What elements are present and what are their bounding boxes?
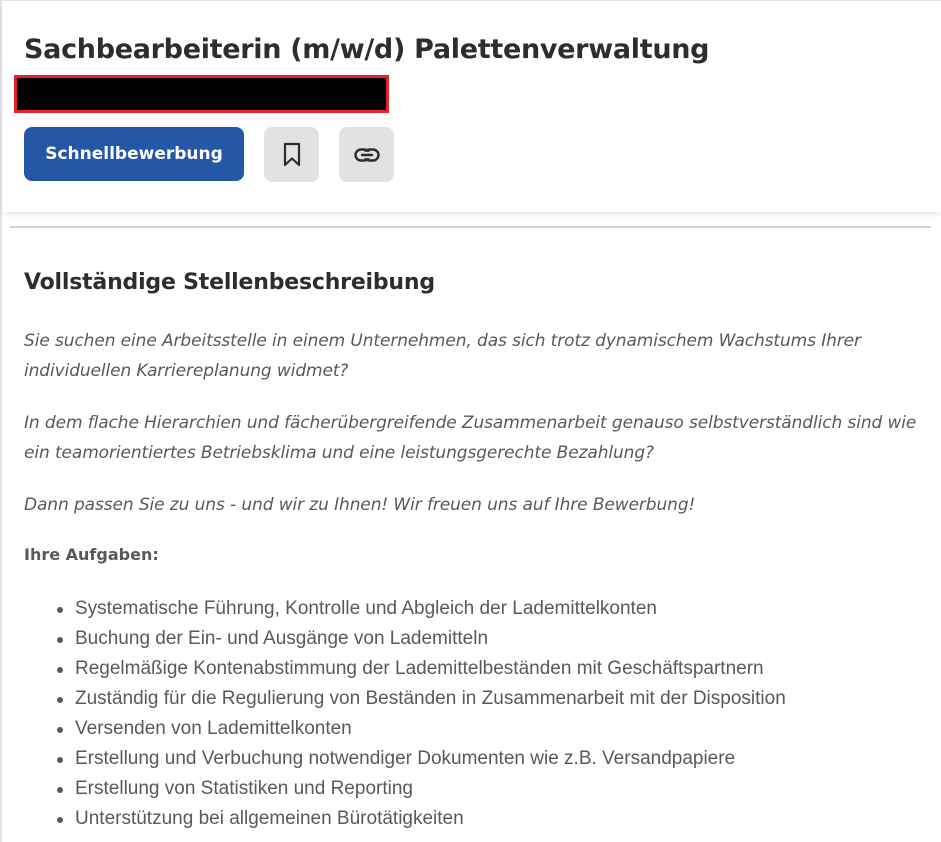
task-text: Unterstützung bei allgemeinen Bürotätigk…	[75, 808, 464, 829]
job-description: Vollständige Stellenbeschreibung Sie suc…	[24, 270, 924, 829]
tasks-list: Systematische Führung, Kontrolle und Abg…	[24, 594, 786, 834]
bullet-icon	[57, 757, 63, 763]
bullet-icon	[57, 607, 63, 613]
list-item: Systematische Führung, Kontrolle und Abg…	[24, 594, 786, 624]
copy-link-button[interactable]	[339, 127, 394, 182]
task-text: Erstellung und Verbuchung notwendiger Do…	[75, 748, 736, 769]
list-item: Zuständig für die Regulierung von Bestän…	[24, 684, 786, 714]
list-item: Versenden von Lademittelkonten	[24, 714, 786, 744]
list-item: Erstellung und Verbuchung notwendiger Do…	[24, 744, 786, 774]
bullet-icon	[57, 787, 63, 793]
bullet-icon	[57, 727, 63, 733]
task-text: Systematische Führung, Kontrolle und Abg…	[75, 598, 657, 619]
intro-paragraph: Sie suchen eine Arbeitsstelle in einem U…	[24, 331, 861, 381]
list-item: Erstellung von Statistiken und Reporting	[24, 774, 786, 804]
job-header: Sachbearbeiterin (m/w/d) Palettenverwalt…	[2, 1, 941, 212]
bookmark-icon	[283, 142, 300, 166]
task-text: Buchung der Ein- und Ausgänge von Lademi…	[75, 628, 489, 649]
save-job-button[interactable]	[264, 127, 319, 182]
list-item: Unterstützung bei allgemeinen Bürotätigk…	[24, 804, 786, 834]
tasks-heading: Ihre Aufgaben:	[24, 545, 159, 564]
task-text: Versenden von Lademittelkonten	[75, 718, 352, 739]
bullet-icon	[57, 637, 63, 643]
task-text: Regelmäßige Kontenabstimmung der Lademit…	[75, 658, 764, 679]
task-text: Zuständig für die Regulierung von Bestän…	[75, 688, 786, 709]
job-title: Sachbearbeiterin (m/w/d) Palettenverwalt…	[24, 34, 710, 65]
task-text: Erstellung von Statistiken und Reporting	[75, 778, 413, 799]
intro-paragraph: In dem flache Hierarchien und fächerüber…	[24, 413, 917, 463]
bullet-icon	[57, 667, 63, 673]
section-divider	[10, 226, 931, 228]
list-item: Regelmäßige Kontenabstimmung der Lademit…	[24, 654, 786, 684]
bullet-icon	[57, 817, 63, 823]
intro-paragraph: Dann passen Sie zu uns - und wir zu Ihne…	[24, 495, 696, 515]
redacted-company-name	[14, 75, 389, 113]
description-heading: Vollständige Stellenbeschreibung	[24, 270, 435, 295]
list-item: Buchung der Ein- und Ausgänge von Lademi…	[24, 624, 786, 654]
apply-button[interactable]: Schnellbewerbung	[24, 127, 244, 181]
link-icon	[353, 147, 380, 162]
bullet-icon	[57, 697, 63, 703]
